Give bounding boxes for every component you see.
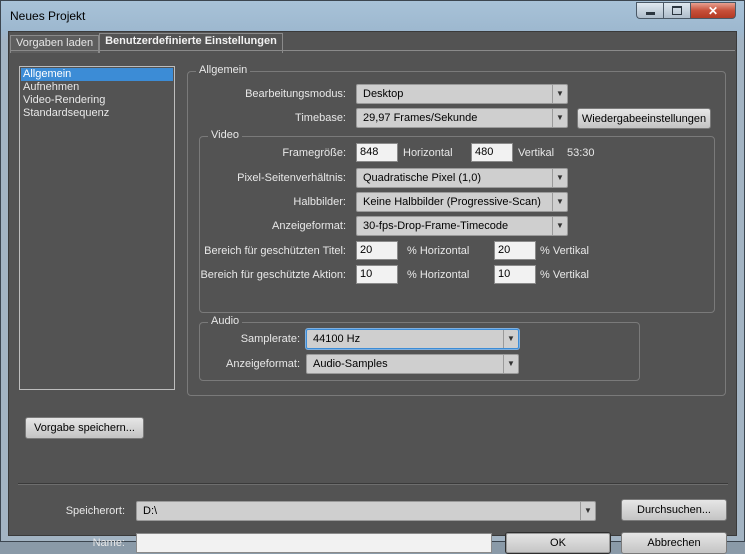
- location-value: D:\: [143, 505, 158, 517]
- edit-mode-dropdown[interactable]: Desktop ▼: [356, 84, 568, 104]
- chevron-down-icon: ▼: [552, 217, 567, 235]
- action-safe-vertical-label: % Vertikal: [540, 269, 589, 281]
- ok-button[interactable]: OK: [505, 532, 611, 554]
- frame-width-field[interactable]: 848: [356, 143, 398, 162]
- minimize-icon: [645, 12, 655, 15]
- playback-settings-button[interactable]: Wiedergabeeinstellungen: [577, 108, 711, 129]
- dialog-body: Vorgaben laden Benutzerdefinierte Einste…: [8, 31, 737, 554]
- name-field[interactable]: [136, 533, 492, 553]
- title-safe-vertical-field[interactable]: 20: [494, 241, 536, 260]
- nav-item-video-rendering[interactable]: Video-Rendering: [21, 94, 173, 107]
- frame-height-field[interactable]: 480: [471, 143, 513, 162]
- pixel-aspect-label: Pixel-Seitenverhältnis:: [237, 172, 346, 184]
- audio-display-format-value: Audio-Samples: [313, 358, 388, 370]
- timebase-label: Timebase:: [295, 112, 346, 124]
- browse-button[interactable]: Durchsuchen...: [621, 499, 727, 521]
- location-dropdown[interactable]: D:\ ▼: [136, 501, 596, 521]
- video-display-format-value: 30-fps-Drop-Frame-Timecode: [363, 220, 509, 232]
- close-icon: ✕: [707, 3, 719, 18]
- nav-item-general[interactable]: Allgemein: [21, 68, 173, 81]
- settings-category-list: Allgemein Aufnehmen Video-Rendering Stan…: [19, 66, 175, 390]
- chevron-down-icon: ▼: [503, 355, 518, 373]
- maximize-icon: [672, 6, 682, 15]
- separator: [18, 483, 728, 485]
- title-safe-horizontal-field[interactable]: 20: [356, 241, 398, 260]
- horizontal-label: Horizontal: [403, 147, 453, 159]
- minimize-button[interactable]: [636, 2, 663, 19]
- edit-mode-value: Desktop: [363, 88, 404, 100]
- chevron-down-icon: ▼: [552, 85, 567, 103]
- vertical-label: Vertikal: [518, 147, 555, 159]
- samplerate-dropdown[interactable]: 44100 Hz ▼: [306, 329, 519, 349]
- action-safe-horizontal-field[interactable]: 10: [356, 265, 398, 284]
- title-bar[interactable]: Neues Projekt ✕: [1, 1, 744, 31]
- fields-dropdown[interactable]: Keine Halbbilder (Progressive-Scan) ▼: [356, 192, 568, 212]
- title-safe-horizontal-label: % Horizontal: [407, 245, 470, 257]
- chevron-down-icon: ▼: [552, 109, 567, 127]
- audio-display-format-dropdown[interactable]: Audio-Samples ▼: [306, 354, 519, 374]
- location-label: Speicherort:: [65, 505, 125, 517]
- chevron-down-icon: ▼: [552, 193, 567, 211]
- chevron-down-icon: ▼: [580, 502, 595, 520]
- action-safe-vertical-field[interactable]: 10: [494, 265, 536, 284]
- samplerate-value: 44100 Hz: [313, 333, 361, 345]
- close-button[interactable]: ✕: [690, 2, 736, 19]
- nav-item-capture[interactable]: Aufnehmen: [21, 81, 173, 94]
- project-window: Neues Projekt ✕ Vorgaben laden Benutzerd…: [0, 0, 745, 554]
- chevron-down-icon: ▼: [503, 330, 518, 348]
- pixel-aspect-value: Quadratische Pixel (1,0): [363, 172, 481, 184]
- fields-value: Keine Halbbilder (Progressive-Scan): [363, 196, 541, 208]
- maximize-button[interactable]: [663, 2, 690, 19]
- timebase-dropdown[interactable]: 29,97 Frames/Sekunde ▼: [356, 108, 568, 128]
- caption-buttons: ✕: [636, 2, 736, 20]
- frame-size-label: Framegröße:: [282, 147, 346, 159]
- audio-display-format-label: Anzeigeformat:: [226, 358, 300, 370]
- general-group-label: Allgemein: [196, 64, 251, 76]
- nav-item-default-sequence[interactable]: Standardsequenz: [21, 107, 173, 120]
- tab-panel: Allgemein Aufnehmen Video-Rendering Stan…: [10, 50, 735, 554]
- name-label: Name:: [92, 537, 125, 549]
- pixel-aspect-dropdown[interactable]: Quadratische Pixel (1,0) ▼: [356, 168, 568, 188]
- title-safe-label: Bereich für geschützten Titel:: [204, 245, 346, 257]
- video-group-label: Video: [208, 129, 242, 141]
- edit-mode-label: Bearbeitungsmodus:: [245, 88, 346, 100]
- audio-group-label: Audio: [208, 315, 243, 327]
- window-title: Neues Projekt: [10, 9, 86, 23]
- tab-bar: Vorgaben laden Benutzerdefinierte Einste…: [10, 33, 283, 53]
- action-safe-label: Bereich für geschützte Aktion:: [200, 269, 346, 281]
- action-safe-horizontal-label: % Horizontal: [407, 269, 470, 281]
- save-preset-button[interactable]: Vorgabe speichern...: [25, 417, 144, 439]
- video-display-format-dropdown[interactable]: 30-fps-Drop-Frame-Timecode ▼: [356, 216, 568, 236]
- timebase-value: 29,97 Frames/Sekunde: [363, 112, 478, 124]
- chevron-down-icon: ▼: [552, 169, 567, 187]
- aspect-ratio-readout: 53:30: [567, 147, 595, 159]
- cancel-button[interactable]: Abbrechen: [621, 532, 727, 554]
- video-display-format-label: Anzeigeformat:: [272, 220, 346, 232]
- title-safe-vertical-label: % Vertikal: [540, 245, 589, 257]
- fields-label: Halbbilder:: [293, 196, 346, 208]
- samplerate-label: Samplerate:: [240, 333, 300, 345]
